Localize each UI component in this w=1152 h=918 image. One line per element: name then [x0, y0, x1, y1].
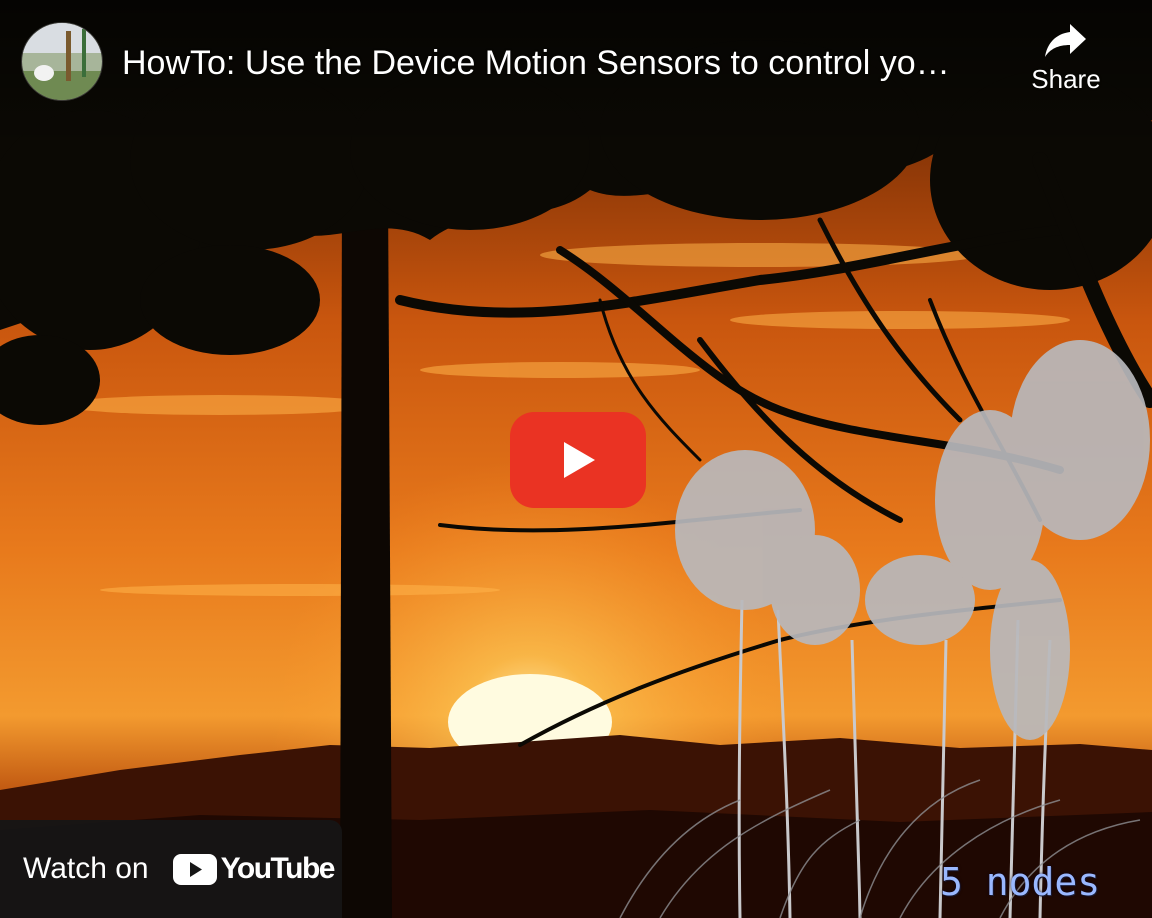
youtube-logo: YouTube: [172, 852, 336, 886]
youtube-brand-text: YouTube: [220, 852, 336, 885]
play-button[interactable]: [510, 412, 646, 508]
youtube-logo-icon: [172, 853, 217, 885]
watch-on-label: Watch on: [23, 852, 149, 885]
share-button[interactable]: Share: [1022, 22, 1110, 118]
watch-on-youtube-button[interactable]: Watch on YouTube: [0, 820, 342, 918]
share-label: Share: [1031, 64, 1101, 94]
channel-avatar-icon[interactable]: [22, 23, 102, 100]
thumbnail-watermark: 5 nodes: [940, 860, 1101, 904]
youtube-embed-player[interactable]: HowTo: Use the Device Motion Sensors to …: [0, 0, 1152, 918]
video-title[interactable]: HowTo: Use the Device Motion Sensors to …: [122, 42, 992, 84]
share-arrow-icon: [1045, 24, 1086, 57]
